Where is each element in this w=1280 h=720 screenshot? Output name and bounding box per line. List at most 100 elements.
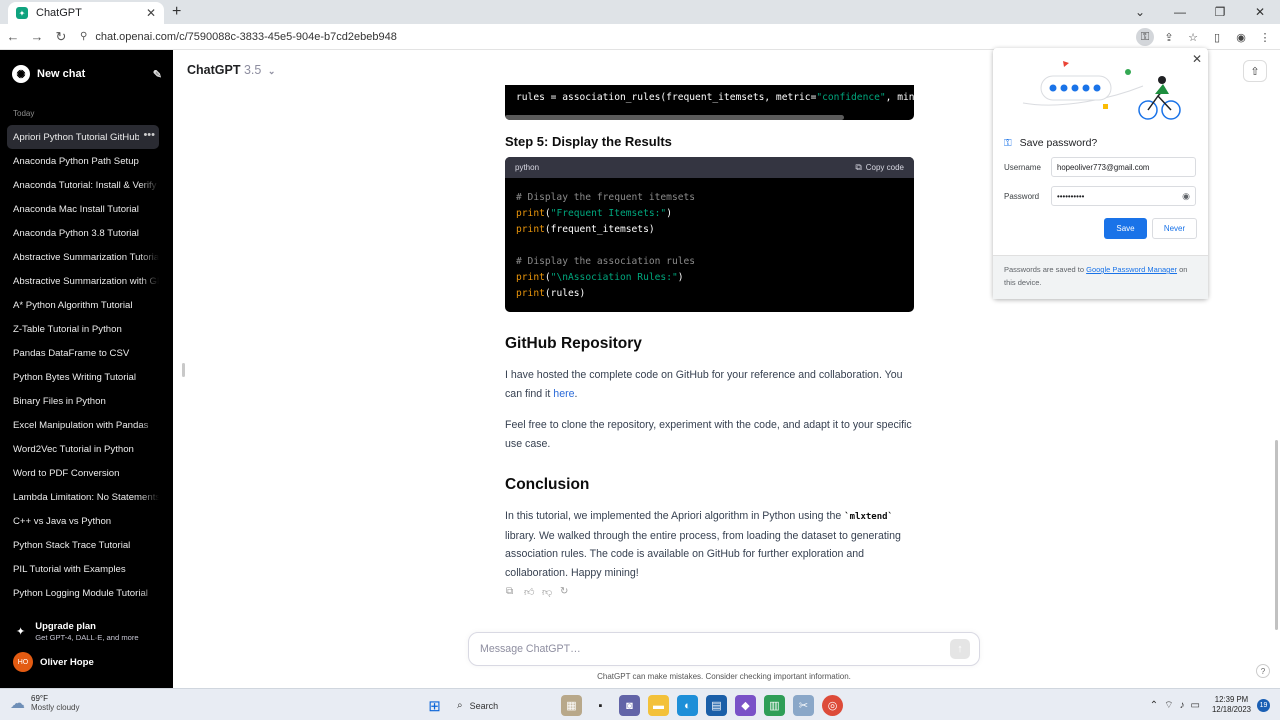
password-key-icon[interactable]: ⚿ bbox=[1136, 28, 1154, 46]
side-panel-icon[interactable]: ▯ bbox=[1208, 28, 1226, 46]
page-scrollbar[interactable] bbox=[1275, 440, 1278, 630]
chat-history-item[interactable]: Abstractive Summarization Tutorial bbox=[7, 245, 159, 269]
chat-history-item[interactable]: Abstractive Summarization with GPT bbox=[7, 269, 159, 293]
cloud-sun-icon: ☁ bbox=[10, 695, 25, 712]
chat-history-item[interactable]: Python Bytes Writing Tutorial bbox=[7, 365, 159, 389]
code-body: # Display the frequent itemsets print("Fr… bbox=[505, 178, 914, 312]
new-chat-button[interactable]: ✺ New chat ✎ bbox=[12, 64, 162, 84]
user-name: Oliver Hope bbox=[40, 656, 94, 668]
chat-history-item[interactable]: Python Logging Module Tutorial bbox=[7, 581, 159, 605]
share-page-icon[interactable]: ⇪ bbox=[1160, 28, 1178, 46]
battery-icon[interactable]: ▭ bbox=[1191, 700, 1200, 711]
maximize-icon[interactable]: ❐ bbox=[1200, 5, 1240, 19]
chat-history-item[interactable]: Z-Table Tutorial in Python bbox=[7, 317, 159, 341]
store-icon[interactable]: ▤ bbox=[706, 695, 727, 716]
chat-history-item[interactable]: Lambda Limitation: No Statements bbox=[7, 485, 159, 509]
chat-history-item[interactable]: Pandas DataFrame to CSV bbox=[7, 341, 159, 365]
browser-tab[interactable]: ✦ ChatGPT ✕ bbox=[8, 2, 164, 24]
chat-title: Apriori Python Tutorial GitHub bbox=[13, 131, 140, 143]
wifi-icon[interactable]: ⌔ bbox=[1164, 699, 1173, 712]
chat-history-item[interactable]: Anaconda Mac Install Tutorial bbox=[7, 197, 159, 221]
username-field[interactable]: hopeoliver773@gmail.com bbox=[1051, 157, 1196, 177]
back-icon[interactable]: ← bbox=[2, 29, 24, 44]
forward-icon[interactable]: → bbox=[26, 29, 48, 44]
password-illustration bbox=[1022, 61, 1181, 120]
notification-badge[interactable]: 19 bbox=[1257, 698, 1270, 712]
model-selector[interactable]: ChatGPT 3.5 ⌄ bbox=[187, 63, 275, 77]
tab-close-icon[interactable]: ✕ bbox=[146, 6, 156, 20]
regenerate-icon[interactable]: ↻ bbox=[560, 586, 570, 598]
code-line: rules = association_rules(frequent_items… bbox=[516, 92, 914, 103]
upgrade-plan-button[interactable]: ✦ Upgrade plan Get GPT-4, DALL·E, and mo… bbox=[16, 621, 139, 642]
password-field[interactable]: •••••••••• ◉ bbox=[1051, 186, 1196, 206]
excel-icon[interactable]: ▥ bbox=[764, 695, 785, 716]
send-button[interactable]: ↑ bbox=[950, 639, 970, 659]
chrome-icon[interactable]: ◎ bbox=[822, 695, 843, 716]
snipping-tool-icon[interactable]: ✂ bbox=[793, 695, 814, 716]
chat-history-item[interactable]: Excel Manipulation with Pandas bbox=[7, 413, 159, 437]
chat-history-item[interactable]: Apriori Python Tutorial GitHub ••• bbox=[7, 125, 159, 149]
share-chat-button[interactable]: ⇧ bbox=[1243, 60, 1267, 82]
taskbar-search[interactable]: ⌕ Search bbox=[453, 695, 553, 716]
save-button[interactable]: Save bbox=[1104, 218, 1147, 239]
help-icon[interactable]: ? bbox=[1256, 664, 1270, 678]
chat-history-item[interactable]: Anaconda Python 3.8 Tutorial bbox=[7, 221, 159, 245]
site-info-icon[interactable]: ⚲ bbox=[80, 31, 87, 42]
new-chat-label: New chat bbox=[37, 68, 86, 80]
sidebar-collapse-handle[interactable] bbox=[182, 363, 185, 377]
url-field[interactable]: ⚲ chat.openai.com/c/7590088c-3833-45e5-9… bbox=[80, 31, 397, 43]
new-tab-icon[interactable]: + bbox=[172, 3, 181, 21]
show-hidden-icons-icon[interactable]: ⌃ bbox=[1150, 700, 1158, 711]
vscode-icon[interactable]: ◆ bbox=[735, 695, 756, 716]
code-line: print(rules) bbox=[516, 288, 586, 299]
volume-icon[interactable]: ♪ bbox=[1180, 700, 1185, 711]
chat-history-item[interactable]: Anaconda Tutorial: Install & Verify bbox=[7, 173, 159, 197]
upgrade-title: Upgrade plan bbox=[35, 621, 96, 632]
windows-start-icon[interactable]: ⊞ bbox=[424, 695, 445, 716]
reload-icon[interactable]: ↻ bbox=[50, 29, 72, 45]
file-explorer-icon[interactable]: ▬ bbox=[648, 695, 669, 716]
chat-title: C++ vs Java vs Python bbox=[13, 515, 112, 527]
compose-icon[interactable]: ✎ bbox=[153, 68, 162, 81]
code-horizontal-scrollbar[interactable] bbox=[505, 115, 844, 120]
clock[interactable]: 12:39 PM 12/18/2023 bbox=[1212, 695, 1251, 715]
message-input[interactable] bbox=[480, 643, 950, 655]
profile-icon[interactable]: ◉ bbox=[1232, 28, 1250, 46]
more-options-icon[interactable]: ••• bbox=[139, 129, 155, 141]
minimize-icon[interactable]: — bbox=[1160, 5, 1200, 19]
never-button[interactable]: Never bbox=[1152, 218, 1197, 239]
copy-code-button[interactable]: ⧉ Copy code bbox=[855, 162, 904, 173]
chat-history-item[interactable]: Python Stack Trace Tutorial bbox=[7, 533, 159, 557]
widget-image-icon[interactable]: ▦ bbox=[561, 695, 582, 716]
browser-menu-icon[interactable]: ⋮ bbox=[1256, 28, 1274, 46]
thumbs-down-icon[interactable]: 👎︎ bbox=[542, 586, 552, 598]
chat-history-item[interactable]: PIL Tutorial with Examples bbox=[7, 557, 159, 581]
chatgpt-favicon-icon: ✦ bbox=[16, 7, 28, 19]
chat-history-item[interactable]: Word to PDF Conversion bbox=[7, 461, 159, 485]
copy-message-icon[interactable]: ⧉ bbox=[506, 586, 516, 598]
task-view-icon[interactable]: ▪ bbox=[590, 695, 611, 716]
close-window-icon[interactable]: ✕ bbox=[1240, 5, 1280, 19]
github-link[interactable]: here bbox=[553, 388, 574, 400]
password-manager-link[interactable]: Google Password Manager bbox=[1086, 265, 1177, 274]
teams-chat-icon[interactable]: ◙ bbox=[619, 695, 640, 716]
code-line: # Display the association rules bbox=[516, 256, 696, 267]
chat-history-item[interactable]: Word2Vec Tutorial in Python bbox=[7, 437, 159, 461]
chat-history-item[interactable]: A* Python Algorithm Tutorial bbox=[7, 293, 159, 317]
message-actions: ⧉ 👍︎ 👎︎ ↻ bbox=[506, 586, 570, 598]
code-line: print("Frequent Itemsets:") bbox=[516, 208, 672, 219]
tab-search-chevron-icon[interactable]: ⌄ bbox=[1120, 5, 1160, 19]
chat-history-item[interactable]: Binary Files in Python bbox=[7, 389, 159, 413]
thumbs-up-icon[interactable]: 👍︎ bbox=[524, 586, 534, 598]
chat-history-item[interactable]: C++ vs Java vs Python bbox=[7, 509, 159, 533]
edge-browser-icon[interactable]: ◐ bbox=[677, 695, 698, 716]
taskbar-apps: ⊞ ⌕ Search ▦ ▪ ◙ ▬ ◐ ▤ ◆ ▥ ✂ ◎ bbox=[424, 695, 843, 716]
chat-title: Binary Files in Python bbox=[13, 395, 106, 407]
password-label: Password bbox=[1004, 192, 1040, 201]
chat-history-item[interactable]: Anaconda Python Path Setup bbox=[7, 149, 159, 173]
weather-widget[interactable]: ☁ 69°F Mostly cloudy bbox=[10, 694, 79, 712]
bookmark-star-icon[interactable]: ☆ bbox=[1184, 28, 1202, 46]
user-menu-button[interactable]: HO Oliver Hope bbox=[13, 652, 94, 672]
close-icon[interactable]: ✕ bbox=[1192, 52, 1202, 66]
show-password-eye-icon[interactable]: ◉ bbox=[1182, 191, 1190, 202]
